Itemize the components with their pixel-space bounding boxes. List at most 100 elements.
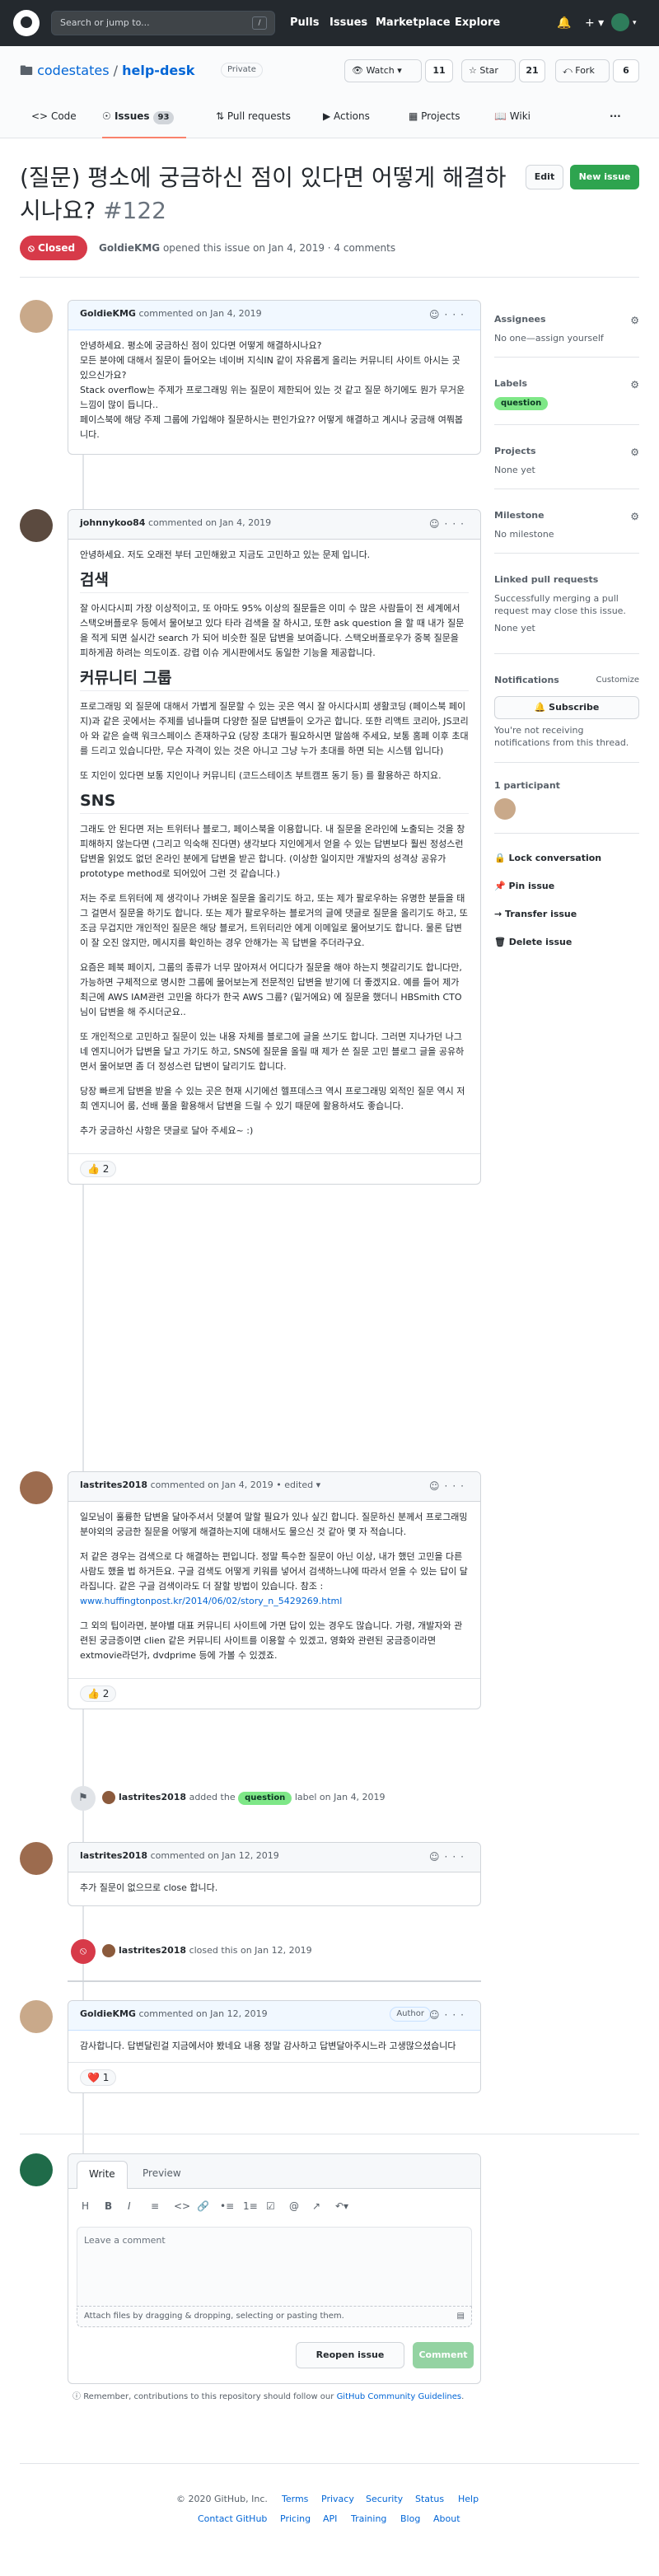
smiley-icon[interactable]: ☺ (429, 1480, 445, 1492)
heart-reaction[interactable]: ❤️ 1 (80, 2069, 117, 2086)
tab-preview[interactable]: Preview (131, 2161, 193, 2189)
tab-wiki[interactable]: 📖 Wiki (494, 105, 530, 138)
footer-contact[interactable]: Contact GitHub (198, 2513, 267, 2527)
star-button[interactable]: ☆ Star (461, 59, 516, 82)
bold-icon[interactable]: B (105, 2199, 128, 2214)
footer-api[interactable]: API (323, 2513, 337, 2527)
search-input[interactable]: Search or jump to... (51, 11, 275, 35)
issue-author-link[interactable]: GoldieKMG (99, 242, 160, 254)
tab-actions[interactable]: ▶ Actions (323, 105, 370, 138)
kebab-menu-icon[interactable]: ··· (445, 518, 469, 530)
nav-marketplace[interactable]: Marketplace (376, 15, 451, 31)
avatar[interactable] (20, 2000, 53, 2033)
edit-title-button[interactable]: Edit (526, 165, 563, 189)
sidebar-heading[interactable]: Labels ⚙ (494, 377, 639, 391)
footer-status[interactable]: Status (415, 2493, 444, 2507)
comment-timestamp[interactable]: commented on Jan 12, 2019 (151, 1850, 279, 1861)
comment-button[interactable]: Comment (413, 2342, 474, 2368)
smiley-icon[interactable]: ☺ (429, 2009, 445, 2021)
repo-name-link[interactable]: help-desk (122, 63, 194, 78)
event-actor[interactable]: lastrites2018 (119, 1792, 186, 1802)
event-actor[interactable]: lastrites2018 (119, 1945, 186, 1956)
tab-pull-requests[interactable]: ⇅ Pull requests (216, 105, 291, 138)
assignees-value[interactable]: No one—assign yourself (494, 332, 639, 346)
avatar[interactable] (20, 300, 53, 333)
gear-icon[interactable]: ⚙ (630, 377, 639, 392)
mention-icon[interactable]: @ (289, 2199, 312, 2214)
task-list-icon[interactable]: ☑ (266, 2199, 289, 2214)
watch-button[interactable]: 👁 Watch ▾ (344, 59, 422, 82)
transfer-issue-link[interactable]: → Transfer issue (494, 908, 577, 922)
comment-author[interactable]: GoldieKMG (80, 2008, 136, 2019)
gear-icon[interactable]: ⚙ (630, 445, 639, 460)
ordered-list-icon[interactable]: 1≡ (243, 2199, 266, 2214)
comment-author[interactable]: lastrites2018 (80, 1850, 147, 1861)
chevron-down-icon[interactable]: ▾ (316, 1480, 321, 1490)
thumbs-up-reaction[interactable]: 👍 2 (80, 1161, 117, 1177)
heading-icon[interactable]: H (82, 2199, 105, 2214)
smiley-icon[interactable]: ☺ (429, 309, 445, 320)
footer-blog[interactable]: Blog (400, 2513, 420, 2527)
footer-about[interactable]: About (433, 2513, 460, 2527)
comment-timestamp[interactable]: commented on Jan 4, 2019 • edited (151, 1480, 314, 1490)
kebab-menu-icon[interactable]: ··· (445, 2009, 469, 2021)
nav-pulls[interactable]: Pulls (290, 15, 319, 31)
kebab-menu-icon[interactable]: ··· (445, 1480, 469, 1492)
question-label[interactable]: question (238, 1792, 292, 1805)
avatar[interactable] (20, 1471, 53, 1504)
fork-button[interactable]: ⤺ Fork (555, 59, 610, 82)
footer-terms[interactable]: Terms (282, 2493, 308, 2507)
user-avatar[interactable] (611, 13, 629, 31)
github-logo-icon[interactable] (13, 10, 40, 36)
footer-privacy[interactable]: Privacy (321, 2493, 354, 2507)
comment-timestamp[interactable]: commented on Jan 4, 2019 (138, 308, 261, 319)
comment-textarea[interactable]: Leave a comment (77, 2227, 472, 2306)
repo-owner-link[interactable]: codestates (37, 63, 109, 78)
tab-issues[interactable]: ☉ Issues 93 (102, 105, 186, 138)
guidelines-link[interactable]: GitHub Community Guidelines (337, 2392, 462, 2401)
smiley-icon[interactable]: ☺ (429, 518, 445, 530)
more-tabs-button[interactable]: ··· (610, 105, 621, 138)
link-icon[interactable]: 🔗 (197, 2199, 220, 2214)
delete-issue-link[interactable]: 🗑 Delete issue (494, 936, 572, 950)
reply-icon[interactable]: ↶▾ (335, 2199, 358, 2214)
footer-pricing[interactable]: Pricing (280, 2513, 311, 2527)
tab-projects[interactable]: ▦ Projects (409, 105, 460, 138)
comment-author[interactable]: johnnykoo84 (80, 517, 145, 528)
reference-icon[interactable]: ↗ (312, 2199, 335, 2214)
gear-icon[interactable]: ⚙ (630, 509, 639, 524)
comment-author[interactable]: GoldieKMG (80, 308, 136, 319)
kebab-menu-icon[interactable]: ··· (445, 309, 469, 320)
watch-count[interactable]: 11 (425, 59, 453, 82)
footer-help[interactable]: Help (458, 2493, 479, 2507)
thumbs-up-reaction[interactable]: 👍 2 (80, 1685, 117, 1702)
quote-icon[interactable]: ≡ (151, 2199, 174, 2214)
new-issue-button[interactable]: New issue (570, 165, 639, 189)
attach-files-area[interactable]: Attach files by dragging & dropping, sel… (77, 2306, 472, 2327)
unordered-list-icon[interactable]: •≡ (220, 2199, 243, 2214)
nav-explore[interactable]: Explore (455, 15, 500, 31)
comment-timestamp[interactable]: commented on Jan 4, 2019 (148, 517, 271, 528)
pin-issue-link[interactable]: 📌 Pin issue (494, 880, 554, 894)
fork-count[interactable]: 6 (613, 59, 639, 82)
kebab-menu-icon[interactable]: ··· (445, 1851, 469, 1863)
avatar[interactable] (20, 1842, 53, 1875)
lock-conversation-link[interactable]: 🔒 Lock conversation (494, 852, 601, 866)
plus-icon[interactable]: + ▾ (585, 15, 604, 32)
italic-icon[interactable]: I (128, 2199, 151, 2214)
markdown-icon[interactable]: ▤ (457, 2310, 465, 2322)
avatar[interactable] (20, 509, 53, 542)
comment-author[interactable]: lastrites2018 (80, 1480, 147, 1490)
reopen-issue-button[interactable]: Reopen issue (296, 2342, 404, 2368)
star-count[interactable]: 21 (519, 59, 545, 82)
code-icon[interactable]: <> (174, 2199, 197, 2214)
chevron-down-icon[interactable]: ▾ (633, 18, 637, 30)
sidebar-heading[interactable]: Projects ⚙ (494, 445, 639, 459)
bell-icon[interactable]: 🔔 (557, 15, 571, 32)
customize-link[interactable]: Customize (596, 674, 640, 686)
sidebar-heading[interactable]: Milestone ⚙ (494, 509, 639, 523)
subscribe-button[interactable]: 🔔 Subscribe (494, 695, 639, 719)
footer-security[interactable]: Security (366, 2493, 403, 2507)
smiley-icon[interactable]: ☺ (429, 1851, 445, 1863)
avatar[interactable] (102, 1791, 115, 1804)
